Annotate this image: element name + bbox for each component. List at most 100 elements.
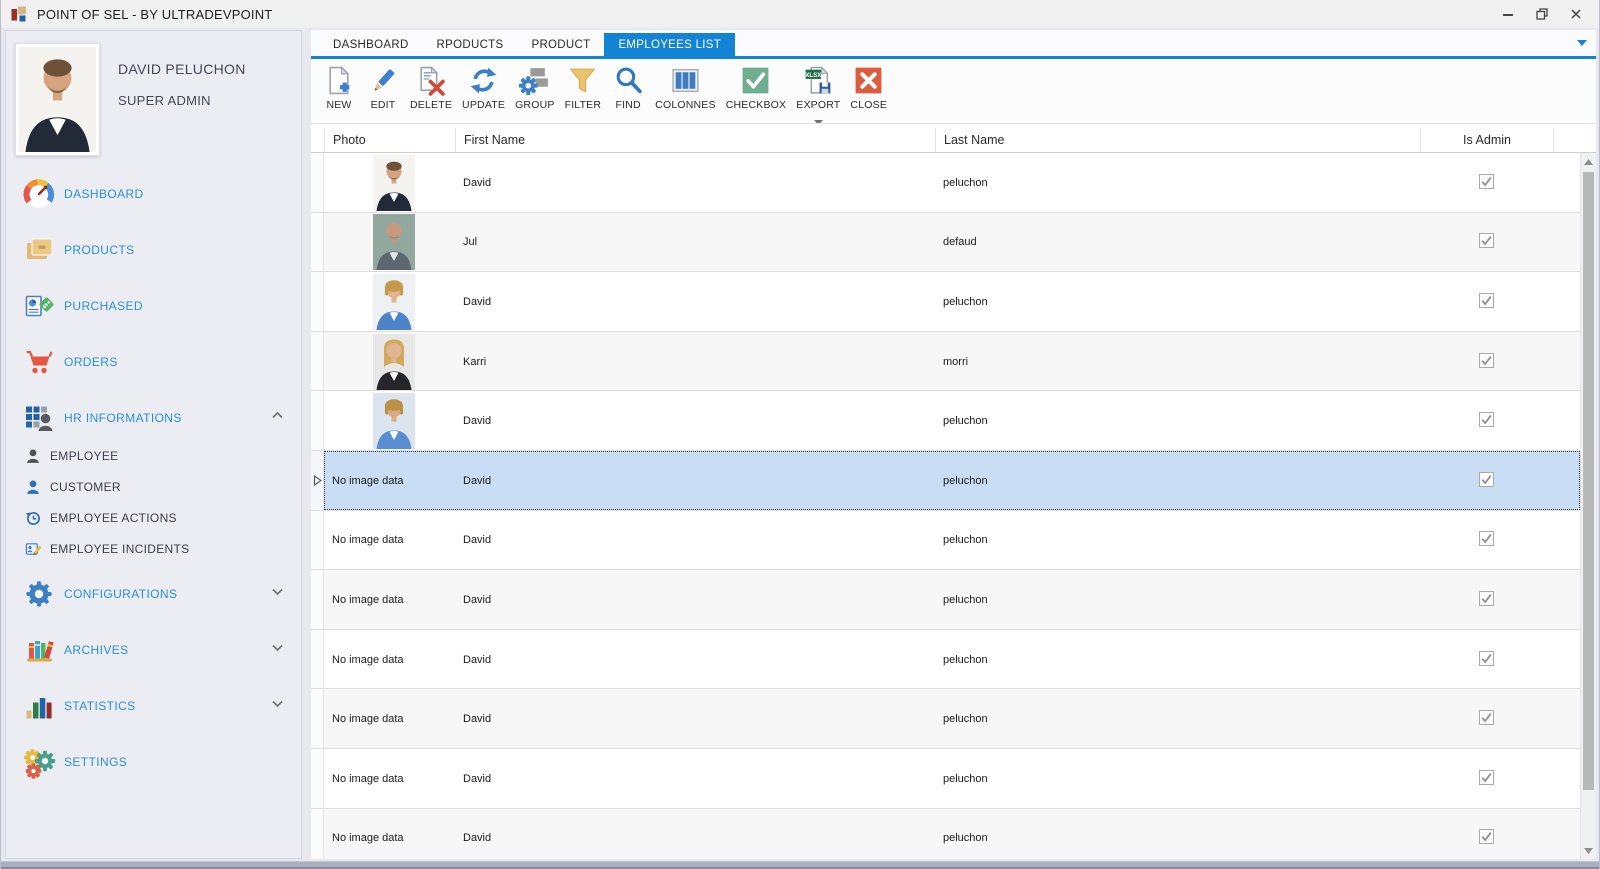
update-button[interactable]: UPDATE — [457, 63, 510, 111]
app-body: DAVID PELUCHON SUPER ADMIN DASHBOARD PROD… — [1, 28, 1599, 861]
cell-photo: No image data — [324, 570, 455, 630]
close-button[interactable]: CLOSE — [845, 63, 892, 111]
sidebar-item-hr-informations[interactable]: HR INFORMATIONS — [6, 396, 301, 440]
scrollbar-thumb[interactable] — [1583, 172, 1594, 790]
cell-photo: No image data — [324, 749, 455, 809]
sidebar-item-employee-actions[interactable]: EMPLOYEE ACTIONS — [6, 502, 301, 533]
checkbox-button[interactable]: CHECKBOX — [721, 63, 792, 111]
cart-icon — [22, 345, 56, 379]
is-admin-checkbox[interactable] — [1479, 590, 1494, 609]
column-header-last-name[interactable]: Last Name — [935, 128, 1420, 152]
column-header-photo[interactable]: Photo — [324, 128, 455, 152]
cell-photo: No image data — [324, 630, 455, 690]
sidebar-item-customer[interactable]: CUSTOMER — [6, 471, 301, 502]
no-image-text: No image data — [332, 832, 404, 845]
svg-text:XLSX: XLSX — [805, 72, 822, 79]
is-admin-checkbox[interactable] — [1479, 471, 1494, 490]
filter-button[interactable]: FILTER — [560, 63, 607, 111]
main-area: DASHBOARD RPODUCTS PRODUCT EMPLOYEES LIST N… — [311, 30, 1596, 859]
scroll-up-arrow-icon[interactable] — [1581, 153, 1596, 170]
is-admin-checkbox[interactable] — [1479, 769, 1494, 788]
chevron-down-icon[interactable] — [270, 697, 285, 716]
scroll-down-arrow-icon[interactable] — [1581, 842, 1596, 859]
new-button[interactable]: NEW — [317, 63, 361, 111]
is-admin-checkbox[interactable] — [1479, 531, 1494, 549]
table-row[interactable]: No image data David peluchon — [311, 629, 1580, 690]
column-header-is-admin[interactable]: Is Admin — [1420, 128, 1553, 152]
sidebar-item-settings[interactable]: SETTINGS — [6, 740, 301, 784]
cell-last-name: peluchon — [943, 474, 988, 487]
column-header-first-name[interactable]: First Name — [455, 128, 935, 152]
cell-is-admin — [1420, 749, 1553, 809]
find-button[interactable]: FIND — [606, 63, 650, 111]
app-window: POINT OF SEL - BY ULTRADEVPOINT DAVID PE… — [0, 0, 1600, 869]
table-row[interactable]: David peluchon — [311, 153, 1580, 213]
chevron-down-icon[interactable] — [270, 641, 285, 660]
group-gear-icon — [519, 68, 549, 96]
column-header-filler — [1553, 128, 1580, 152]
is-admin-checkbox[interactable] — [1479, 829, 1494, 847]
toolbar-button-label: EXPORT — [796, 99, 841, 111]
chevron-down-icon[interactable] — [270, 585, 285, 604]
close-button[interactable] — [1559, 2, 1593, 26]
group-button[interactable]: GROUP — [510, 63, 560, 111]
is-admin-checkbox[interactable] — [1479, 710, 1494, 728]
sidebar-item-orders[interactable]: ORDERS — [6, 340, 301, 384]
window-title: POINT OF SEL - BY ULTRADEVPOINT — [37, 6, 273, 22]
cell-is-admin — [1420, 689, 1553, 749]
table-row[interactable]: David peluchon — [311, 272, 1580, 332]
table-row[interactable]: Karri morri — [311, 331, 1580, 392]
table-row[interactable]: No image data David peluchon — [311, 748, 1580, 809]
tab-overflow-dropdown-icon[interactable] — [1576, 34, 1588, 52]
is-admin-checkbox[interactable] — [1479, 352, 1494, 371]
tab-dashboard[interactable]: DASHBOARD — [319, 33, 423, 56]
cell-is-admin — [1420, 809, 1553, 859]
sidebar-item-products[interactable]: PRODUCTS — [6, 228, 301, 272]
vertical-scrollbar[interactable] — [1580, 153, 1596, 859]
colonnes-button[interactable]: COLONNES — [650, 63, 721, 111]
cell-filler — [1553, 630, 1580, 690]
edit-button[interactable]: EDIT — [361, 63, 405, 111]
table-row[interactable]: David peluchon — [311, 391, 1580, 451]
sidebar-item-archives[interactable]: ARCHIVES — [6, 628, 301, 672]
sidebar-item-dashboard[interactable]: DASHBOARD — [6, 172, 301, 216]
row-indicator — [311, 629, 324, 690]
sidebar-item-purchased[interactable]: $ PURCHASED — [6, 284, 301, 328]
cell-last-name: peluchon — [943, 832, 988, 845]
delete-button[interactable]: DELETE — [405, 63, 457, 111]
cell-filler — [1553, 272, 1580, 332]
table-row-selected[interactable]: No image data David peluchon — [311, 450, 1580, 511]
sidebar-item-configurations[interactable]: CONFIGURATIONS — [6, 572, 301, 616]
cell-filler — [1553, 570, 1580, 630]
sidebar-item-employee-incidents[interactable]: EMPLOYEE INCIDENTS — [6, 533, 301, 564]
restore-button[interactable] — [1525, 2, 1559, 26]
export-button[interactable]: XLSX EXPORT — [791, 63, 845, 130]
cell-photo — [324, 391, 455, 451]
sidebar-item-statistics[interactable]: STATISTICS — [6, 684, 301, 728]
toolbar-button-label: FIND — [615, 99, 641, 111]
table-row[interactable]: No image data David peluchon — [311, 570, 1580, 630]
sidebar-subitem-label: EMPLOYEE ACTIONS — [50, 510, 177, 525]
tab-product[interactable]: PRODUCT — [517, 33, 604, 56]
table-row[interactable]: Jul defaud — [311, 212, 1580, 273]
cell-filler — [1553, 689, 1580, 749]
hr-people-grid-icon — [22, 401, 56, 435]
toolbar-button-label: UPDATE — [462, 99, 506, 111]
cell-last-name: peluchon — [943, 415, 988, 428]
is-admin-checkbox[interactable] — [1479, 173, 1494, 192]
window-bottom-frame — [1, 861, 1599, 869]
is-admin-checkbox[interactable] — [1479, 292, 1494, 311]
is-admin-checkbox[interactable] — [1479, 412, 1494, 430]
cell-last-name: peluchon — [943, 772, 988, 785]
sidebar-item-employee[interactable]: EMPLOYEE — [6, 440, 301, 471]
is-admin-checkbox[interactable] — [1479, 233, 1494, 251]
table-row[interactable]: No image data David peluchon — [311, 808, 1580, 859]
scrollbar-track[interactable] — [1581, 170, 1596, 842]
chevron-up-icon[interactable] — [270, 409, 285, 428]
is-admin-checkbox[interactable] — [1479, 650, 1494, 669]
minimize-button[interactable] — [1491, 2, 1525, 26]
tab-rpoducts[interactable]: RPODUCTS — [423, 33, 518, 56]
tab-employees-list[interactable]: EMPLOYEES LIST — [604, 33, 736, 56]
table-row[interactable]: No image data David peluchon — [311, 510, 1580, 571]
table-row[interactable]: No image data David peluchon — [311, 689, 1580, 749]
